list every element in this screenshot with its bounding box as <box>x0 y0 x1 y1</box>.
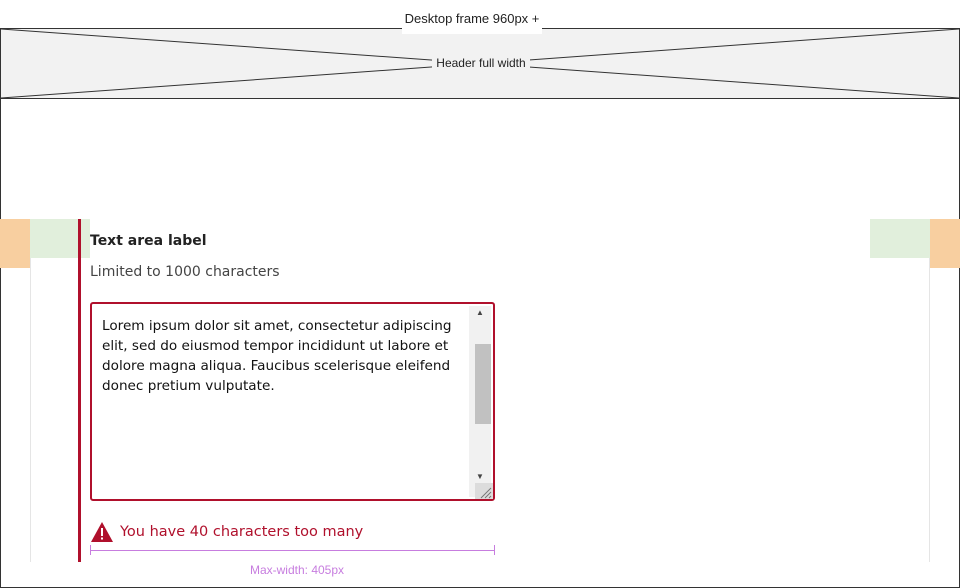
scroll-down-icon[interactable]: ▼ <box>469 470 491 484</box>
left-margin-marker <box>0 219 30 268</box>
left-gutter-marker <box>30 219 90 258</box>
measure-tick-right <box>494 545 495 555</box>
scroll-thumb[interactable] <box>475 344 491 424</box>
max-width-measure <box>90 550 494 551</box>
warning-icon <box>91 522 113 542</box>
left-column-guide <box>30 258 31 562</box>
frame-label: Desktop frame 960px + <box>402 8 542 34</box>
error-indicator-bar <box>78 219 81 562</box>
right-gutter-marker <box>870 219 930 258</box>
textarea-input[interactable]: Lorem ipsum dolor sit amet, consectetur … <box>90 302 495 501</box>
textarea-scrollbar[interactable]: ▲ ▼ <box>469 306 491 497</box>
header-label: Header full width <box>432 55 530 71</box>
error-message: You have 40 characters too many <box>90 520 363 544</box>
right-margin-marker <box>930 219 960 268</box>
scroll-up-icon[interactable]: ▲ <box>469 306 491 320</box>
right-column-guide <box>929 258 930 562</box>
max-width-label: Max-width: 405px <box>249 563 345 577</box>
resize-handle-icon[interactable] <box>475 483 493 499</box>
error-text: You have 40 characters too many <box>120 524 364 540</box>
textarea-label: Text area label <box>90 233 207 249</box>
textarea-value[interactable]: Lorem ipsum dolor sit amet, consectetur … <box>102 316 457 396</box>
textarea-hint: Limited to 1000 characters <box>90 264 280 280</box>
header-placeholder: Header full width <box>1 29 959 99</box>
